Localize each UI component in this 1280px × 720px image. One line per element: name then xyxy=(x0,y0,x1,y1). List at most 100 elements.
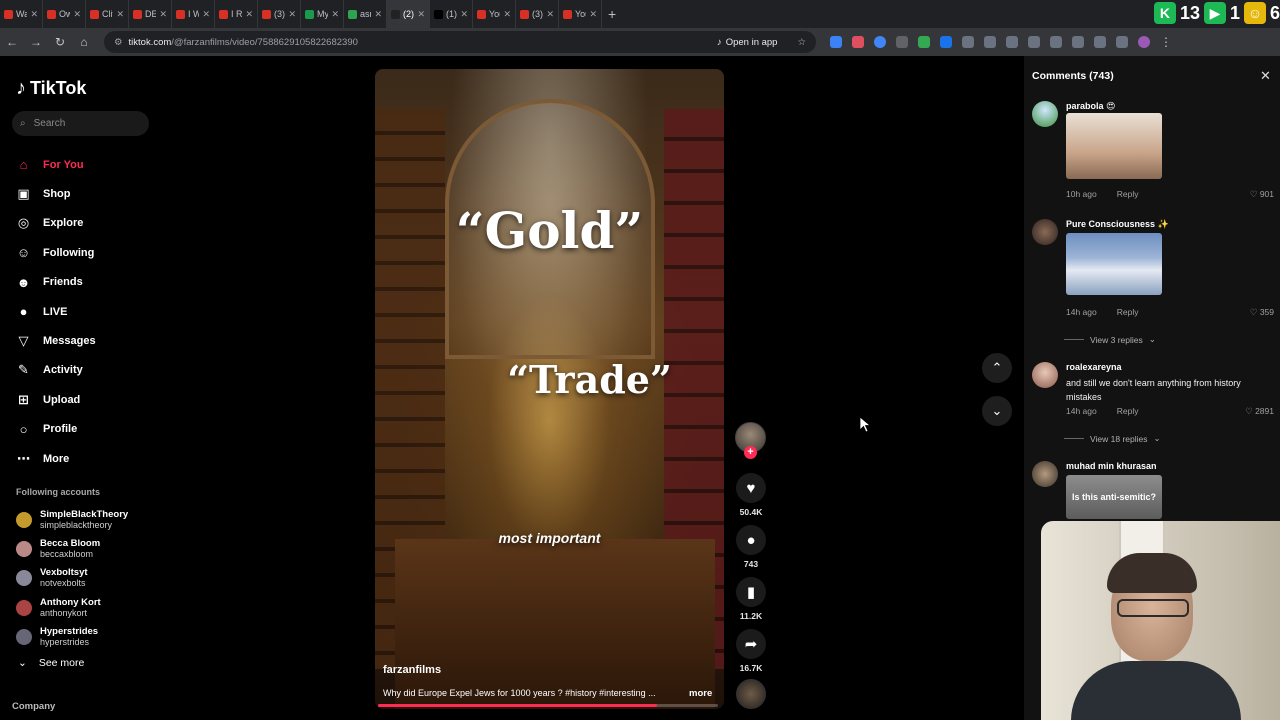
browser-tab[interactable]: I Reg✕ xyxy=(215,0,258,28)
extension-icon[interactable] xyxy=(852,36,864,48)
sound-avatar[interactable] xyxy=(736,679,766,709)
extension-icon[interactable] xyxy=(1116,36,1128,48)
browser-tab[interactable]: I Wou✕ xyxy=(172,0,215,28)
comment-button[interactable]: ● 743 xyxy=(734,525,768,569)
new-tab-button[interactable]: + xyxy=(602,6,622,22)
sidebar-item-for-you[interactable]: ⌂ For You xyxy=(16,150,96,179)
comment-username[interactable]: muhad min khurasan xyxy=(1066,461,1157,471)
extension-icon[interactable] xyxy=(830,36,842,48)
browser-tab[interactable]: asmon✕ xyxy=(344,0,387,28)
sidebar-item-activity[interactable]: ✎ Activity xyxy=(16,356,96,385)
browser-profile-avatar[interactable] xyxy=(1138,36,1150,48)
browser-tab[interactable]: YouTul✕ xyxy=(473,0,516,28)
browser-tab[interactable]: (3) No✕ xyxy=(516,0,559,28)
extension-icon[interactable] xyxy=(1072,36,1084,48)
sidebar-item-more[interactable]: ⋯ More xyxy=(16,444,96,473)
commenter-avatar[interactable] xyxy=(1032,101,1058,127)
browser-menu-icon[interactable]: ⋮ xyxy=(1160,35,1172,49)
browser-tab[interactable]: DEBATI✕ xyxy=(129,0,172,28)
follow-plus-button[interactable]: + xyxy=(744,446,757,459)
reply-button[interactable]: Reply xyxy=(1117,189,1139,199)
browser-tab[interactable]: (1) Hon✕ xyxy=(430,0,473,28)
description-more-button[interactable]: more xyxy=(689,688,712,699)
comment-like-button[interactable]: ♡ 901 xyxy=(1250,189,1274,200)
close-tab-icon[interactable]: ✕ xyxy=(331,9,339,20)
browser-tab[interactable]: (2) ✕ xyxy=(387,0,430,28)
following-account[interactable]: Becca Bloom beccaxbloom xyxy=(16,534,128,563)
close-tab-icon[interactable]: ✕ xyxy=(460,9,468,20)
commenter-avatar[interactable] xyxy=(1032,362,1058,388)
reply-button[interactable]: Reply xyxy=(1117,307,1139,317)
extension-icon[interactable] xyxy=(874,36,886,48)
tiktok-logo[interactable]: ♪ TikTok xyxy=(16,77,86,100)
browser-tab[interactable]: (3) You✕ xyxy=(258,0,301,28)
close-tab-icon[interactable]: ✕ xyxy=(546,9,554,20)
extension-icon[interactable] xyxy=(940,36,952,48)
sidebar-item-shop[interactable]: ▣ Shop xyxy=(16,179,96,208)
browser-tab[interactable]: YouTul✕ xyxy=(559,0,602,28)
back-icon[interactable]: ← xyxy=(0,35,24,49)
browser-tab[interactable]: Cliffe &✕ xyxy=(86,0,129,28)
close-icon[interactable]: ✕ xyxy=(1260,68,1271,84)
bookmark-star-icon[interactable]: ☆ xyxy=(797,37,806,48)
close-tab-icon[interactable]: ✕ xyxy=(374,9,382,20)
like-button[interactable]: ♥ 50.4K xyxy=(734,473,768,517)
home-browser-icon[interactable]: ⌂ xyxy=(72,35,96,49)
close-tab-icon[interactable]: ✕ xyxy=(503,9,511,20)
sidebar-item-friends[interactable]: ☻ Friends xyxy=(16,268,96,297)
close-tab-icon[interactable]: ✕ xyxy=(288,9,296,20)
tray-icon[interactable]: ☺ xyxy=(1243,2,1266,24)
close-tab-icon[interactable]: ✕ xyxy=(159,9,167,20)
sidebar-item-messages[interactable]: ▽ Messages xyxy=(16,326,96,355)
browser-tab[interactable]: Owen I✕ xyxy=(43,0,86,28)
following-account[interactable]: Vexboltsyt notvexbolts xyxy=(16,564,128,593)
close-tab-icon[interactable]: ✕ xyxy=(116,9,124,20)
site-info-icon[interactable]: ⚙ xyxy=(114,37,123,48)
sidebar-item-following[interactable]: ☺ Following xyxy=(16,238,96,267)
next-video-button[interactable]: ⌄ xyxy=(982,396,1012,426)
close-tab-icon[interactable]: ✕ xyxy=(417,9,425,20)
sidebar-item-profile[interactable]: ○ Profile xyxy=(16,415,96,444)
extension-icon[interactable] xyxy=(896,36,908,48)
close-tab-icon[interactable]: ✕ xyxy=(589,9,597,20)
video-progress-bar[interactable] xyxy=(378,704,718,707)
see-more-button[interactable]: ⌄ See more xyxy=(18,657,84,669)
close-tab-icon[interactable]: ✕ xyxy=(73,9,81,20)
sidebar-item-upload[interactable]: ⊞ Upload xyxy=(16,385,96,414)
close-tab-icon[interactable]: ✕ xyxy=(30,9,38,20)
browser-tab[interactable]: My Fe✕ xyxy=(301,0,344,28)
following-account[interactable]: SimpleBlackTheory simpleblacktheory xyxy=(16,505,128,534)
commenter-avatar[interactable] xyxy=(1032,219,1058,245)
tray-icon[interactable]: ▶ xyxy=(1203,2,1226,24)
comment-username[interactable]: parabola 😍 xyxy=(1066,101,1115,112)
following-account[interactable]: Anthony Kort anthonykort xyxy=(16,593,128,622)
commenter-avatar[interactable] xyxy=(1032,461,1058,487)
comment-username[interactable]: roalexareyna xyxy=(1066,362,1122,372)
view-replies-button[interactable]: View 3 replies ⌄ xyxy=(1064,334,1156,345)
extension-icon[interactable] xyxy=(1006,36,1018,48)
browser-tab[interactable]: Watch✕ xyxy=(0,0,43,28)
extension-icon[interactable] xyxy=(962,36,974,48)
reply-button[interactable]: Reply xyxy=(1117,406,1139,416)
extension-icon[interactable] xyxy=(984,36,996,48)
comment-like-button[interactable]: ♡ 2891 xyxy=(1245,406,1274,417)
extension-icon[interactable] xyxy=(1094,36,1106,48)
following-account[interactable]: Hyperstrides hyperstrides xyxy=(16,623,128,652)
close-tab-icon[interactable]: ✕ xyxy=(202,9,210,20)
search-input[interactable]: ⌕ Search xyxy=(12,111,149,136)
view-replies-button[interactable]: View 18 replies ⌄ xyxy=(1064,433,1161,444)
share-button[interactable]: ➦ 16.7K xyxy=(734,629,768,673)
forward-icon[interactable]: → xyxy=(24,35,48,49)
comment-like-button[interactable]: ♡ 359 xyxy=(1250,307,1274,318)
sidebar-item-explore[interactable]: ◎ Explore xyxy=(16,209,96,238)
company-link[interactable]: Company xyxy=(12,701,55,712)
reload-icon[interactable]: ↻ xyxy=(48,35,72,49)
previous-video-button[interactable]: ⌃ xyxy=(982,353,1012,383)
extension-icon[interactable] xyxy=(1028,36,1040,48)
video-player[interactable]: “Gold” “Trade” most important farzanfilm… xyxy=(375,69,724,709)
tray-icon[interactable]: K xyxy=(1153,2,1176,24)
comment-image[interactable] xyxy=(1066,113,1162,179)
video-author[interactable]: farzanfilms xyxy=(383,664,441,676)
comment-image[interactable]: Is this anti-semitic? xyxy=(1066,475,1162,519)
open-in-app-button[interactable]: ♪ Open in app xyxy=(717,37,778,48)
